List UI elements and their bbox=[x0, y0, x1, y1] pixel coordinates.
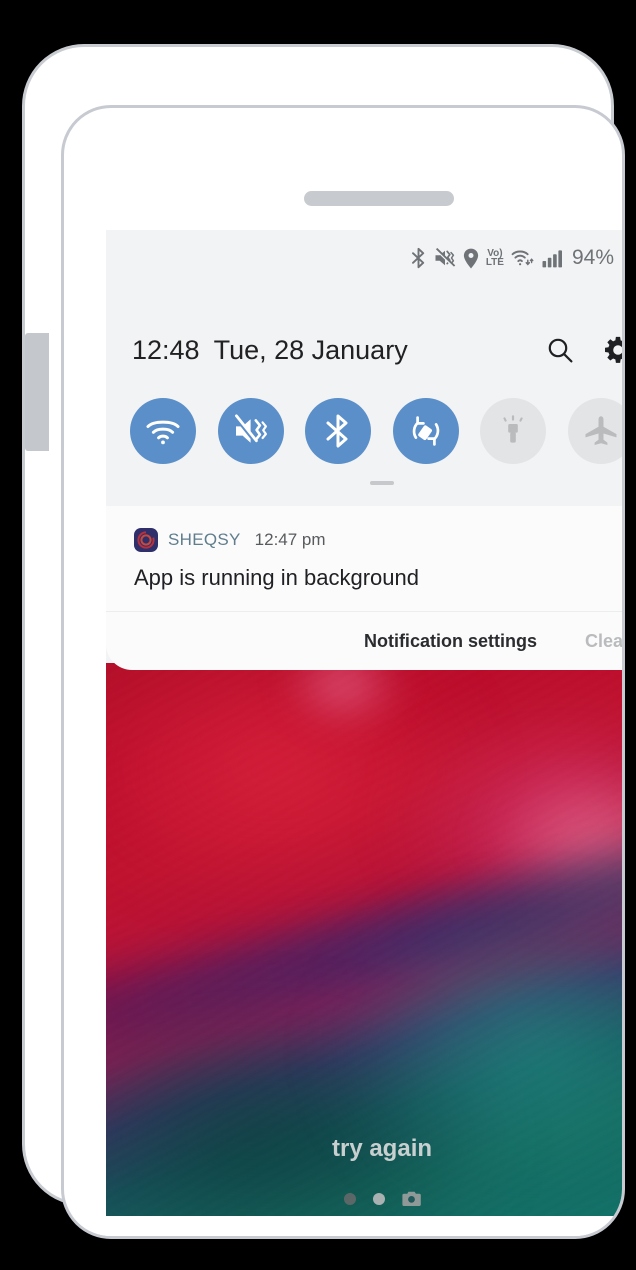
battery-percent-label: 94% bbox=[571, 246, 614, 269]
notification-time: 12:47 pm bbox=[254, 530, 326, 549]
phone-bottom-chin bbox=[64, 1216, 622, 1236]
search-icon[interactable] bbox=[546, 336, 574, 364]
wallpaper-texture bbox=[106, 663, 622, 1216]
volume-button[interactable] bbox=[25, 333, 49, 451]
status-bar: Vo) LTE 94% bbox=[106, 230, 625, 286]
phone-inner-bezel: Vo) LTE 94% 12:48 Tue, 28 January try ag… bbox=[61, 105, 625, 1239]
notification-header: SHEQSY 12:47 pm bbox=[134, 528, 622, 552]
unlock-hint-label: try again bbox=[331, 1135, 433, 1162]
clear-button[interactable]: Clear bbox=[585, 631, 622, 652]
lock-screen-wallpaper: try again bbox=[106, 663, 622, 1216]
wifi-icon bbox=[511, 248, 535, 268]
page-dot-2[interactable] bbox=[372, 1192, 385, 1205]
airplane-mode-tile[interactable] bbox=[567, 398, 622, 464]
bluetooth-icon bbox=[325, 413, 351, 449]
battery-full-icon bbox=[622, 247, 625, 270]
airplane-icon bbox=[583, 414, 619, 448]
vibrate-mute-icon bbox=[232, 414, 269, 448]
phone-outer-shell: Vo) LTE 94% 12:48 Tue, 28 January try ag… bbox=[22, 44, 625, 1239]
flashlight-tile[interactable] bbox=[480, 398, 547, 464]
clock-time: 12:48 bbox=[132, 334, 200, 365]
signal-bars-icon bbox=[542, 248, 564, 268]
camera-icon[interactable] bbox=[401, 1191, 421, 1206]
page-indicator bbox=[106, 1191, 622, 1206]
page-dot-1[interactable] bbox=[343, 1192, 356, 1205]
notification-app-name: SHEQSY bbox=[168, 530, 241, 549]
clock-date: Tue, 28 January bbox=[213, 334, 408, 365]
vibrate-icon bbox=[434, 248, 456, 268]
notification-body: SHEQSY 12:47 pm App is running in backgr… bbox=[106, 506, 622, 611]
quick-settings-row bbox=[106, 398, 622, 464]
phone-screen: Vo) LTE 94% 12:48 Tue, 28 January try ag… bbox=[106, 230, 625, 1216]
sound-mode-tile[interactable] bbox=[217, 398, 284, 464]
wifi-tile[interactable] bbox=[130, 398, 196, 464]
location-icon bbox=[463, 248, 479, 269]
sheqsy-app-icon bbox=[134, 528, 158, 552]
settings-gear-icon[interactable] bbox=[604, 336, 622, 364]
panel-header: 12:48 Tue, 28 January bbox=[106, 322, 622, 378]
notification-settings-button[interactable]: Notification settings bbox=[364, 631, 537, 652]
wifi-icon bbox=[145, 416, 181, 446]
flashlight-icon bbox=[496, 413, 530, 449]
earpiece-speaker bbox=[304, 191, 454, 206]
notification-card[interactable]: SHEQSY 12:47 pm App is running in backgr… bbox=[106, 506, 622, 670]
screenshot-canvas: Vo) LTE 94% 12:48 Tue, 28 January try ag… bbox=[0, 0, 636, 1270]
bluetooth-icon bbox=[410, 247, 427, 269]
notification-actions: Notification settings Clear bbox=[106, 611, 622, 670]
notification-title: App is running in background bbox=[134, 565, 419, 590]
auto-rotate-icon bbox=[407, 412, 445, 450]
auto-rotate-tile[interactable] bbox=[392, 398, 459, 464]
bluetooth-tile[interactable] bbox=[305, 398, 372, 464]
panel-drag-handle[interactable] bbox=[370, 481, 394, 485]
volte-icon: Vo) LTE bbox=[485, 247, 504, 268]
